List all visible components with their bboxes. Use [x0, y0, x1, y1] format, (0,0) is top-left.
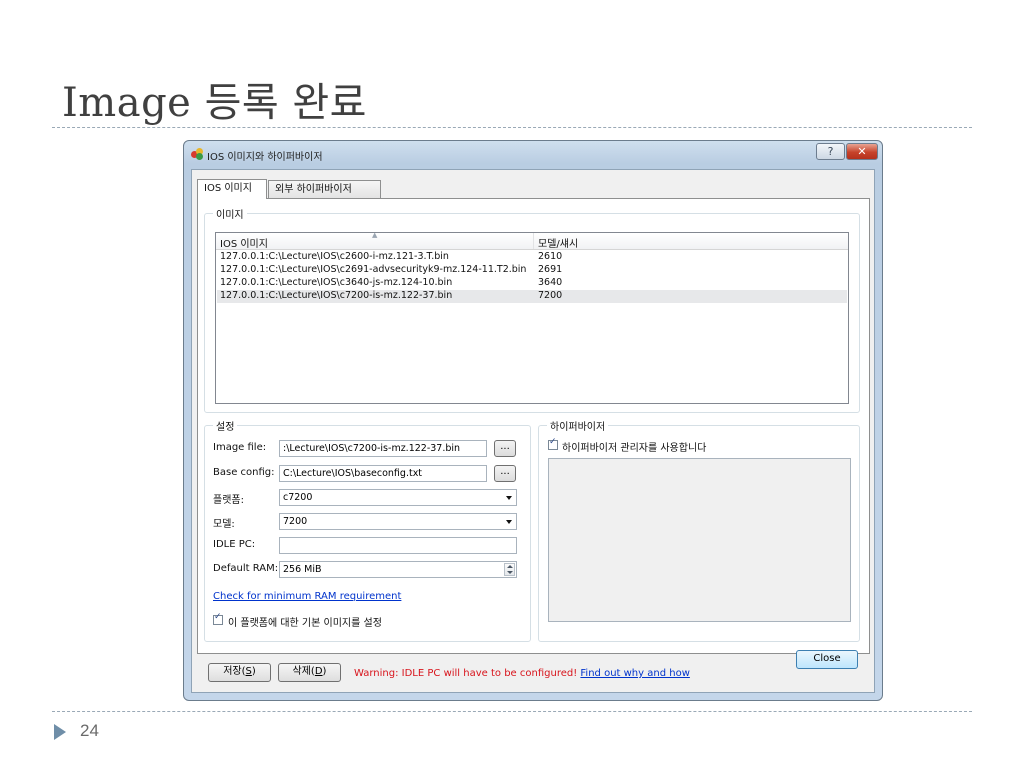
table-row[interactable]: 127.0.0.1:C:\Lecture\IOS\c3640-js-mz.124… — [217, 277, 847, 290]
hypervisor-list-panel[interactable] — [548, 458, 851, 622]
delete-button-label: 삭제( — [292, 666, 315, 677]
row-image: 127.0.0.1:C:\Lecture\IOS\c3640-js-mz.124… — [220, 277, 453, 288]
page-number: 24 — [80, 721, 99, 740]
row-image: 127.0.0.1:C:\Lecture\IOS\c7200-is-mz.122… — [220, 290, 453, 301]
idle-pc-label: IDLE PC: — [213, 539, 256, 550]
dialog-client: IOS 이미지 외부 하이퍼바이저 이미지 ▲ IOS 이미지 모델/섀시 12… — [191, 169, 875, 693]
delete-button-paren: ) — [322, 666, 327, 677]
row-model: 2691 — [538, 264, 563, 275]
check-ram-link[interactable]: Check for minimum RAM requirement — [213, 591, 401, 602]
images-group: 이미지 ▲ IOS 이미지 모델/섀시 127.0.0.1:C:\Lecture… — [204, 206, 860, 413]
warning-text: Warning: IDLE PC will have to be configu… — [354, 668, 581, 679]
find-out-why-link[interactable]: Find out why and how — [580, 668, 689, 679]
column-divider[interactable] — [533, 233, 534, 249]
settings-group: 설정 Image file: :\Lecture\IOS\c7200-is-mz… — [204, 418, 531, 642]
table-row-selected[interactable]: 127.0.0.1:C:\Lecture\IOS\c7200-is-mz.122… — [217, 290, 847, 303]
dialog-window: IOS 이미지와 하이퍼바이저 ? ✕ IOS 이미지 외부 하이퍼바이저 이미… — [183, 140, 883, 701]
save-button-paren: ) — [251, 666, 256, 677]
default-ram-spinbox[interactable]: 256 MiB — [279, 561, 517, 578]
table-row[interactable]: 127.0.0.1:C:\Lecture\IOS\c2600-i-mz.121-… — [217, 251, 847, 264]
image-file-input[interactable]: :\Lecture\IOS\c7200-is-mz.122-37.bin — [279, 440, 487, 457]
save-button[interactable]: 저장(S) — [208, 663, 271, 682]
settings-group-label: 설정 — [213, 418, 238, 433]
tab-ios-images[interactable]: IOS 이미지 — [197, 179, 267, 199]
chevron-down-icon[interactable] — [506, 496, 512, 500]
default-ram-label: Default RAM: — [213, 563, 279, 574]
close-button[interactable]: Close — [796, 650, 858, 669]
base-config-browse-button[interactable]: ... — [494, 465, 516, 482]
delete-button-accel: D — [314, 666, 323, 677]
window-close-button[interactable]: ✕ — [846, 143, 878, 160]
idle-pc-input[interactable] — [279, 537, 517, 554]
table-row[interactable]: 127.0.0.1:C:\Lecture\IOS\c2691-advsecuri… — [217, 264, 847, 277]
tab-external-hypervisor[interactable]: 외부 하이퍼바이저 — [268, 180, 381, 198]
row-model: 3640 — [538, 277, 563, 288]
bullet-arrow-icon — [54, 724, 66, 740]
window-title: IOS 이미지와 하이퍼바이저 — [207, 152, 323, 163]
images-listview[interactable]: ▲ IOS 이미지 모델/섀시 127.0.0.1:C:\Lecture\IOS… — [215, 232, 849, 404]
model-select-value: 7200 — [283, 516, 308, 527]
platform-select-value: c7200 — [283, 492, 313, 503]
default-ram-value: 256 MiB — [283, 564, 322, 575]
slide-title: Image 등록 완료 — [62, 80, 367, 126]
hypervisor-group: 하이퍼바이저 하이퍼바이저 관리자를 사용합니다 — [538, 418, 860, 642]
sort-indicator-icon: ▲ — [372, 232, 378, 239]
use-hypervisor-manager-checkbox[interactable] — [548, 437, 558, 450]
images-group-label: 이미지 — [213, 206, 247, 221]
base-config-input[interactable]: C:\Lecture\IOS\baseconfig.txt — [279, 465, 487, 482]
tab-panel: 이미지 ▲ IOS 이미지 모델/섀시 127.0.0.1:C:\Lecture… — [197, 198, 870, 654]
listview-header: ▲ IOS 이미지 모델/섀시 — [216, 233, 848, 250]
save-button-label: 저장( — [223, 666, 246, 677]
bottom-divider — [52, 711, 972, 712]
spinner-arrows-icon[interactable] — [504, 563, 515, 576]
delete-button[interactable]: 삭제(D) — [278, 663, 341, 682]
row-image: 127.0.0.1:C:\Lecture\IOS\c2600-i-mz.121-… — [220, 251, 449, 262]
base-config-label: Base config: — [213, 467, 275, 478]
default-image-checkbox[interactable] — [213, 612, 223, 625]
help-button[interactable]: ? — [816, 143, 845, 160]
use-hypervisor-manager-label[interactable]: 하이퍼바이저 관리자를 사용합니다 — [562, 439, 706, 454]
platform-select[interactable]: c7200 — [279, 489, 517, 506]
chevron-down-icon[interactable] — [506, 520, 512, 524]
platform-label: 플랫폼: — [213, 495, 244, 506]
column-header-ios-image[interactable]: IOS 이미지 — [220, 235, 268, 250]
image-file-label: Image file: — [213, 442, 267, 453]
app-icon — [191, 148, 203, 160]
idle-pc-warning: Warning: IDLE PC will have to be configu… — [354, 668, 690, 679]
row-image: 127.0.0.1:C:\Lecture\IOS\c2691-advsecuri… — [220, 264, 527, 275]
model-label: 모델: — [213, 519, 235, 530]
default-image-checkbox-label[interactable]: 이 플랫폼에 대한 기본 이미지를 설정 — [228, 614, 382, 629]
model-select[interactable]: 7200 — [279, 513, 517, 530]
top-divider — [52, 127, 972, 128]
title-bar[interactable]: IOS 이미지와 하이퍼바이저 ? ✕ — [184, 141, 882, 167]
image-file-browse-button[interactable]: ... — [494, 440, 516, 457]
column-header-model[interactable]: 모델/섀시 — [538, 235, 578, 250]
hypervisor-group-label: 하이퍼바이저 — [547, 418, 609, 433]
row-model: 2610 — [538, 251, 563, 262]
row-model: 7200 — [538, 290, 563, 301]
